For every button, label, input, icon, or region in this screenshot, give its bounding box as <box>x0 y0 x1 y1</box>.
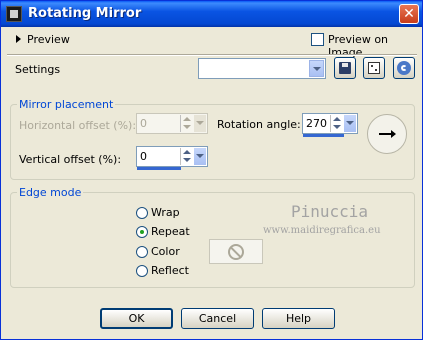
preview-toggle[interactable]: Preview <box>27 33 70 46</box>
radio-color-label[interactable]: Color <box>151 245 180 258</box>
radio-repeat-label[interactable]: Repeat <box>151 225 190 238</box>
radio-repeat[interactable] <box>136 226 148 238</box>
settings-label: Settings <box>15 63 61 76</box>
preview-on-image-checkbox[interactable] <box>311 33 324 46</box>
edge-mode-legend: Edge mode <box>17 186 84 199</box>
ok-button[interactable]: OK <box>100 308 173 329</box>
rotation-angle-label: Rotation angle: <box>217 118 301 131</box>
randomize-button[interactable] <box>363 57 385 79</box>
dice-icon <box>368 62 380 74</box>
chevron-down-icon[interactable] <box>194 148 206 165</box>
reset-icon <box>397 61 411 75</box>
cancel-button[interactable]: Cancel <box>181 308 254 329</box>
horizontal-offset-label: Horizontal offset (%): <box>19 119 137 132</box>
spinner-icon[interactable] <box>330 115 343 132</box>
horizontal-offset-value: 0 <box>140 117 147 130</box>
spinner-icon[interactable] <box>180 148 193 165</box>
vertical-offset-input[interactable]: 0 <box>136 146 208 167</box>
app-icon <box>6 6 22 22</box>
spinner-icon <box>180 115 193 132</box>
vertical-offset-slider[interactable] <box>137 167 181 170</box>
window-title: Rotating Mirror <box>28 6 142 21</box>
dialog-window: Rotating Mirror ✕ Preview Preview on Ima… <box>0 0 423 340</box>
arrow-right-icon <box>379 130 396 138</box>
vertical-offset-value[interactable]: 0 <box>140 150 147 163</box>
preview-expand-icon[interactable] <box>16 35 21 43</box>
radio-wrap[interactable] <box>136 207 148 219</box>
radio-wrap-label[interactable]: Wrap <box>151 206 180 219</box>
chevron-down-icon <box>194 115 206 132</box>
no-color-icon <box>228 244 244 260</box>
title-bar[interactable]: Rotating Mirror ✕ <box>1 1 422 27</box>
radio-reflect[interactable] <box>136 265 148 277</box>
help-button[interactable]: Help <box>262 308 335 329</box>
rotation-angle-slider[interactable] <box>303 134 344 137</box>
rotation-angle-value[interactable]: 270 <box>306 117 327 130</box>
divider <box>7 54 417 56</box>
radio-reflect-label[interactable]: Reflect <box>151 264 189 277</box>
edge-color-swatch <box>209 239 263 264</box>
rotation-angle-input[interactable]: 270 <box>302 113 358 134</box>
chevron-down-icon[interactable] <box>344 115 356 132</box>
save-icon <box>339 62 351 74</box>
save-preset-button[interactable] <box>334 57 356 79</box>
radio-color[interactable] <box>136 246 148 258</box>
chevron-down-icon[interactable] <box>309 60 324 77</box>
horizontal-offset-input: 0 <box>136 113 208 134</box>
close-button[interactable]: ✕ <box>399 4 419 24</box>
mirror-placement-legend: Mirror placement <box>17 98 116 111</box>
settings-dropdown[interactable] <box>198 58 326 79</box>
rotation-dial[interactable] <box>367 114 407 154</box>
vertical-offset-label: Vertical offset (%): <box>19 153 122 166</box>
watermark-name: Pinuccia <box>291 202 369 221</box>
reset-button[interactable] <box>393 57 415 79</box>
watermark-url: www.maidiregrafica.eu <box>263 225 381 236</box>
